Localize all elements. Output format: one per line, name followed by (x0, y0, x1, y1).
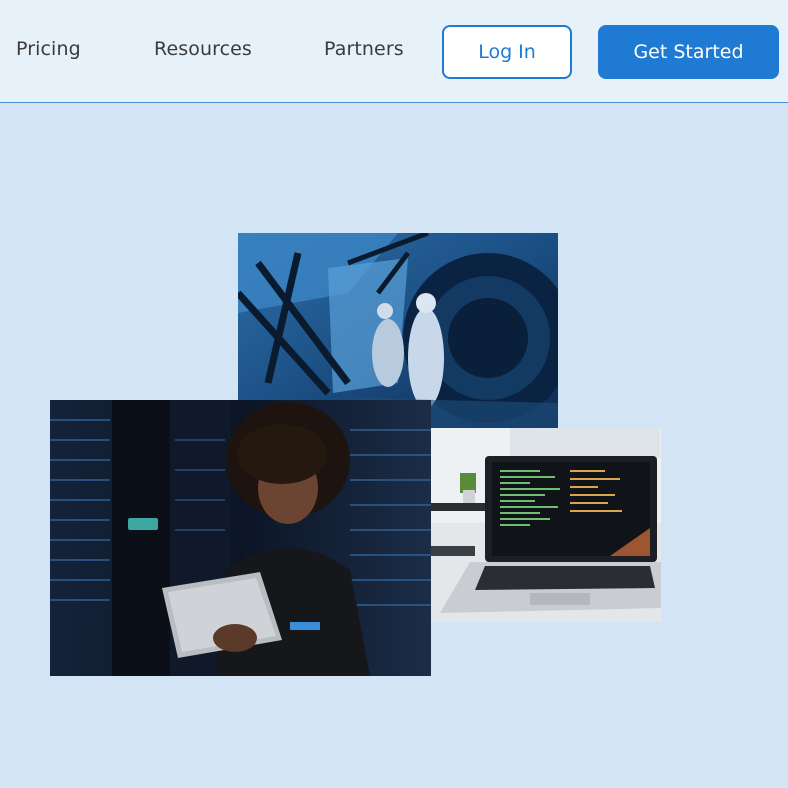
cleanroom-technicians-photo (238, 233, 558, 428)
nav-link-resources[interactable]: Resources (154, 38, 252, 60)
site-header: Pricing Resources Partners Log In Get St… (0, 0, 788, 103)
login-button[interactable]: Log In (442, 25, 572, 79)
page: Pricing Resources Partners Log In Get St… (0, 0, 788, 788)
get-started-button[interactable]: Get Started (598, 25, 779, 79)
nav-link-partners[interactable]: Partners (324, 38, 404, 60)
nav-link-pricing[interactable]: Pricing (16, 38, 81, 60)
laptop-with-code-photo (430, 428, 661, 622)
woman-with-tablet-server-room-photo (50, 400, 431, 676)
